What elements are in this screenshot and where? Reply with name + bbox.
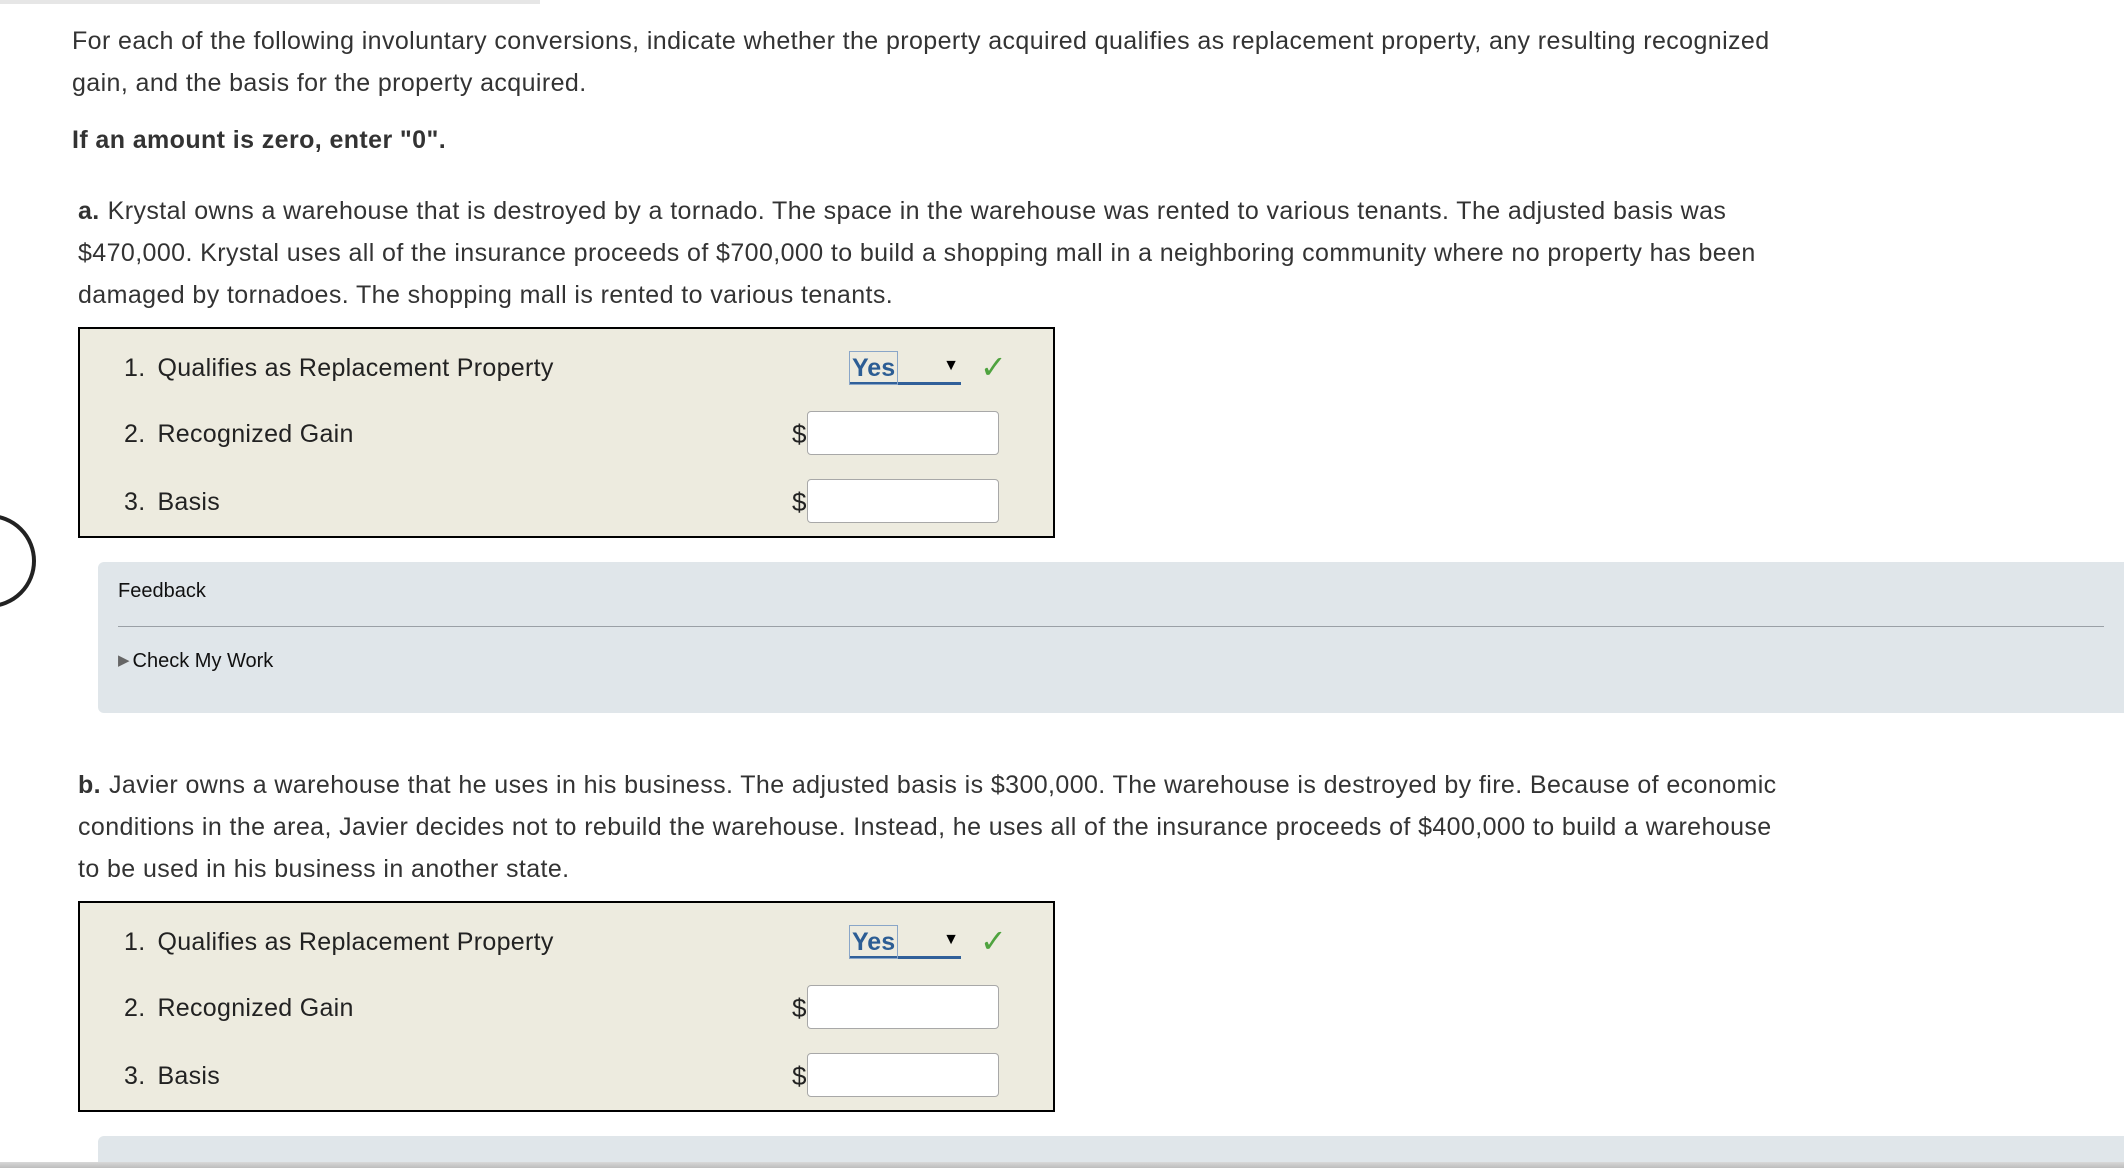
row-b-gain-label: 2. Recognized Gain [124,983,354,1033]
bottom-edge [0,1162,2124,1168]
feedback-panel-a: Feedback ▶ Check My Work [98,562,2124,713]
row-label-text: Recognized Gain [157,420,354,448]
answer-box-b: 1. Qualifies as Replacement Property Yes … [78,901,1055,1112]
row-label-text: Qualifies as Replacement Property [157,354,554,382]
check-my-work-label: Check My Work [132,650,274,672]
row-label-text: Recognized Gain [157,994,354,1022]
currency-symbol: $ [792,419,807,449]
row-a-replacement: 1. Qualifies as Replacement Property Yes … [80,343,1053,393]
currency-symbol: $ [792,1061,807,1091]
row-number: 3. [124,488,146,516]
recognized-gain-input-b[interactable] [807,985,999,1029]
row-number: 1. [124,354,146,382]
question-a-letter: a. [78,197,100,225]
row-label-text: Basis [157,1062,221,1090]
row-b-basis: 3. Basis $ [80,1051,1053,1101]
checkmark-icon: ✓ [980,349,1007,385]
question-a-text: Krystal owns a warehouse that is destroy… [78,197,1756,309]
expand-triangle-icon: ▶ [118,652,130,669]
top-divider [0,0,540,4]
replacement-select-b[interactable]: Yes ▼ [849,925,961,959]
instruction-text: If an amount is zero, enter "0". [72,126,447,154]
intro-text: For each of the following involuntary co… [72,27,1770,97]
row-a-replacement-label: 1. Qualifies as Replacement Property [124,343,554,393]
row-b-basis-label: 3. Basis [124,1051,220,1101]
row-number: 1. [124,928,146,956]
row-a-gain: 2. Recognized Gain $ [80,409,1053,459]
question-b: b. Javier owns a warehouse that he uses i… [78,764,1798,890]
row-number: 3. [124,1062,146,1090]
row-number: 2. [124,994,146,1022]
check-my-work-toggle[interactable]: ▶ Check My Work [118,650,273,673]
select-value: Yes [849,351,899,385]
basis-input-b[interactable] [807,1053,999,1097]
row-a-basis-label: 3. Basis [124,477,220,527]
answer-box-a: 1. Qualifies as Replacement Property Yes … [78,327,1055,538]
feedback-title: Feedback [118,580,206,602]
row-number: 2. [124,420,146,448]
question-a: a. Krystal owns a warehouse that is destr… [78,190,1798,316]
select-value: Yes [849,925,899,959]
question-b-text: Javier owns a warehouse that he uses in … [78,771,1777,883]
question-b-letter: b. [78,771,102,799]
row-a-basis: 3. Basis $ [80,477,1053,527]
row-a-gain-label: 2. Recognized Gain [124,409,354,459]
currency-symbol: $ [792,993,807,1023]
row-b-gain: 2. Recognized Gain $ [80,983,1053,1033]
side-circle-control[interactable] [0,514,36,608]
checkmark-icon: ✓ [980,923,1007,959]
recognized-gain-input-a[interactable] [807,411,999,455]
dropdown-arrow-icon: ▼ [943,931,959,948]
row-b-replacement-label: 1. Qualifies as Replacement Property [124,917,554,967]
currency-symbol: $ [792,487,807,517]
feedback-divider [118,626,2104,627]
page: For each of the following involuntary co… [0,0,2124,1168]
row-label-text: Qualifies as Replacement Property [157,928,554,956]
row-label-text: Basis [157,488,221,516]
replacement-select-a[interactable]: Yes ▼ [849,351,961,385]
basis-input-a[interactable] [807,479,999,523]
row-b-replacement: 1. Qualifies as Replacement Property Yes … [80,917,1053,967]
dropdown-arrow-icon: ▼ [943,357,959,374]
